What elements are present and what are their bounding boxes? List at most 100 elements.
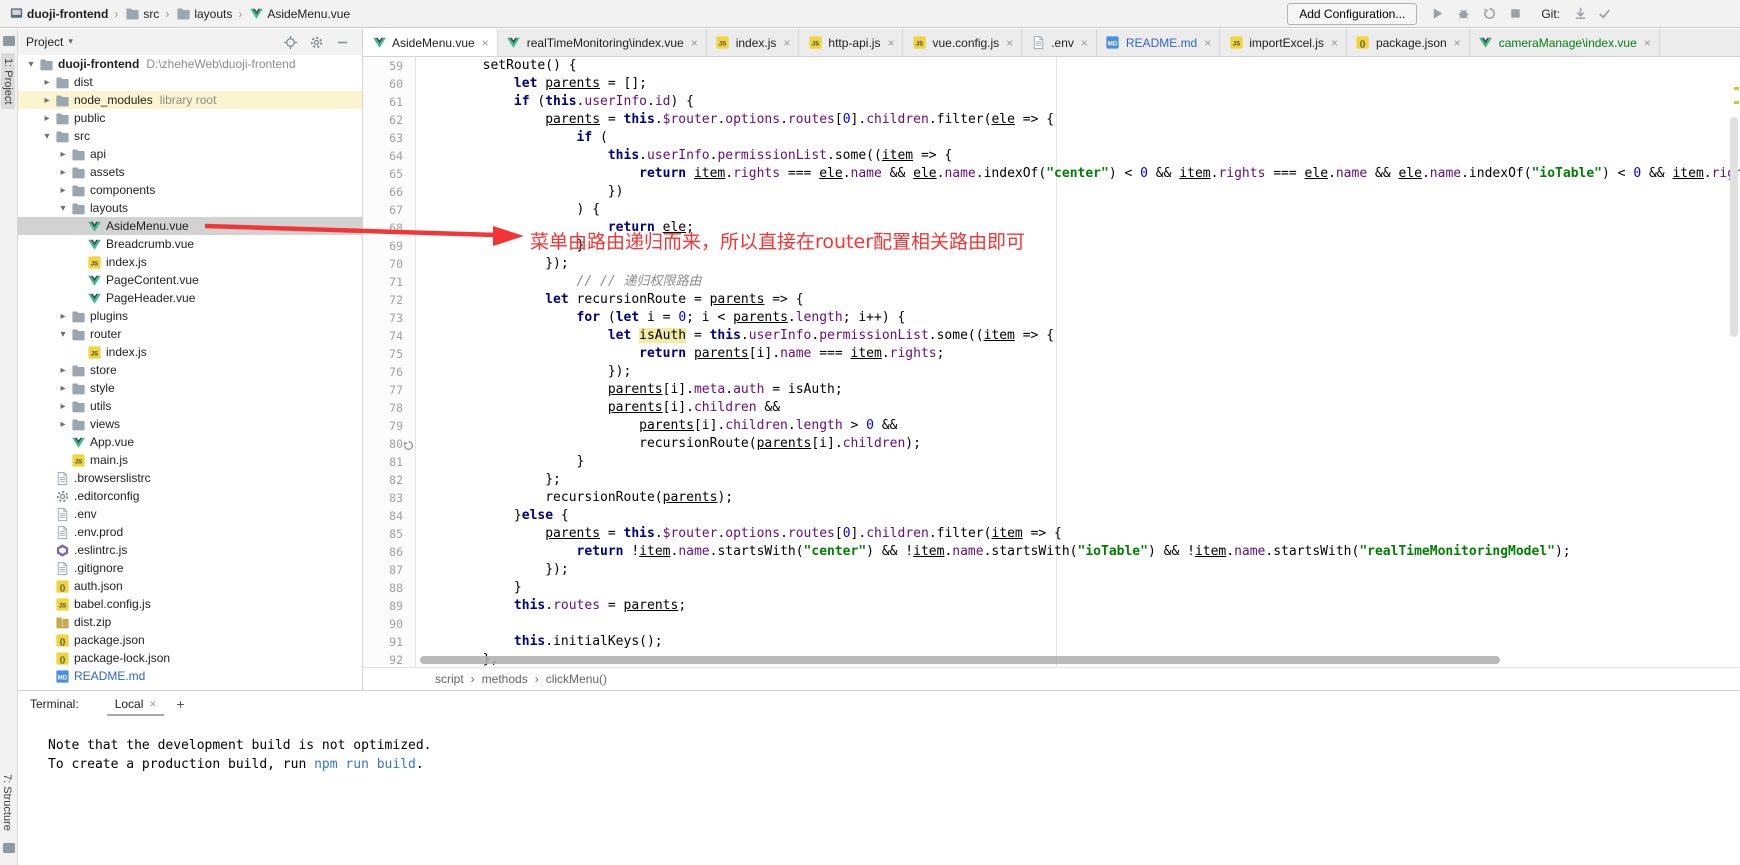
chevron-down-icon[interactable]: ▾ xyxy=(24,59,38,70)
tree-item[interactable]: MDREADME.md xyxy=(18,667,362,685)
breadcrumb-item[interactable]: duoji-frontend xyxy=(27,7,108,21)
tree-item[interactable]: JSindex.js xyxy=(18,343,362,361)
tree-item[interactable]: ▸plugins xyxy=(18,307,362,325)
close-tab-icon[interactable]: × xyxy=(691,36,698,50)
chevron-right-icon[interactable]: ▸ xyxy=(56,419,70,430)
hide-button[interactable] xyxy=(334,34,350,50)
tree-item[interactable]: JSindex.js xyxy=(18,253,362,271)
tree-item[interactable]: .gitignore xyxy=(18,559,362,577)
tree-item[interactable]: .env.prod xyxy=(18,523,362,541)
chevron-right-icon[interactable]: ▸ xyxy=(56,401,70,412)
close-tab-icon[interactable]: × xyxy=(1204,36,1211,50)
tree-item[interactable]: .browserslistrc xyxy=(18,469,362,487)
structure-stripe-icon[interactable] xyxy=(3,843,15,853)
project-stripe-icon[interactable] xyxy=(3,36,15,46)
editor-tab[interactable]: MDREADME.md× xyxy=(1097,29,1220,56)
chevron-right-icon[interactable]: ▸ xyxy=(56,185,70,196)
tree-item[interactable]: {}package.json xyxy=(18,631,362,649)
run-button[interactable] xyxy=(1429,6,1445,22)
editor-tab[interactable]: JSindex.js× xyxy=(707,29,800,56)
chevron-right-icon[interactable]: ▸ xyxy=(56,167,70,178)
terminal-tab-local[interactable]: Local × xyxy=(107,693,165,716)
terminal-output[interactable]: Note that the development build is not o… xyxy=(18,717,1740,774)
tree-item[interactable]: PageContent.vue xyxy=(18,271,362,289)
tree-item[interactable]: JSmain.js xyxy=(18,451,362,469)
tree-item[interactable]: PageHeader.vue xyxy=(18,289,362,307)
chevron-right-icon[interactable]: ▸ xyxy=(56,149,70,160)
sync-button[interactable] xyxy=(1481,6,1497,22)
tree-item[interactable]: ▾router xyxy=(18,325,362,343)
tree-item[interactable]: .eslintrc.js xyxy=(18,541,362,559)
project-file-tree[interactable]: ▾duoji-frontendD:\zheheWeb\duoji-fronten… xyxy=(18,55,362,690)
chevron-right-icon[interactable]: ▸ xyxy=(56,365,70,376)
close-icon[interactable]: × xyxy=(149,697,156,711)
close-tab-icon[interactable]: × xyxy=(1006,36,1013,50)
breadcrumb-item[interactable]: AsideMenu.vue xyxy=(267,7,350,21)
code-editor[interactable]: 5960616263646566676869707172737475767778… xyxy=(363,57,1740,667)
breadcrumb-item[interactable]: layouts xyxy=(194,7,232,21)
editor-tab[interactable]: realTimeMonitoring\index.vue× xyxy=(498,29,707,56)
close-tab-icon[interactable]: × xyxy=(1454,36,1461,50)
editor-gutter[interactable]: 5960616263646566676869707172737475767778… xyxy=(363,57,416,667)
tree-item[interactable]: ▸dist xyxy=(18,73,362,91)
close-tab-icon[interactable]: × xyxy=(1331,36,1338,50)
tree-item[interactable]: App.vue xyxy=(18,433,362,451)
tree-item[interactable]: ▸views xyxy=(18,415,362,433)
code-area[interactable]: setRoute() { let parents = []; if (this.… xyxy=(416,57,1740,667)
tree-item[interactable]: {}package-lock.json xyxy=(18,649,362,667)
stripe-button-project[interactable]: 1: Project xyxy=(1,53,15,109)
git-update-button[interactable] xyxy=(1572,6,1588,22)
editor-tab[interactable]: JSvue.config.js× xyxy=(903,29,1022,56)
tree-item[interactable]: ▸node_moduleslibrary root xyxy=(18,91,362,109)
tree-item[interactable]: ▸components xyxy=(18,181,362,199)
chevron-down-icon[interactable]: ▾ xyxy=(56,329,70,340)
tree-item[interactable]: ▸style xyxy=(18,379,362,397)
chevron-right-icon[interactable]: ▸ xyxy=(40,113,54,124)
add-configuration-button[interactable]: Add Configuration... xyxy=(1287,3,1417,25)
editor-breadcrumb-item[interactable]: clickMenu() xyxy=(546,672,607,686)
stop-button[interactable] xyxy=(1507,6,1523,22)
breadcrumb-item[interactable]: src xyxy=(143,7,159,21)
tree-item[interactable]: ▸public xyxy=(18,109,362,127)
editor-breadcrumb-item[interactable]: script xyxy=(435,672,464,686)
tree-item[interactable]: Breadcrumb.vue xyxy=(18,235,362,253)
close-tab-icon[interactable]: × xyxy=(1644,36,1651,50)
new-terminal-button[interactable]: + xyxy=(176,696,184,712)
vertical-scrollbar[interactable] xyxy=(1730,117,1738,337)
tree-item[interactable]: ▸assets xyxy=(18,163,362,181)
close-tab-icon[interactable]: × xyxy=(887,36,894,50)
chevron-right-icon[interactable]: ▸ xyxy=(40,95,54,106)
close-tab-icon[interactable]: × xyxy=(783,36,790,50)
locate-button[interactable] xyxy=(282,34,298,50)
tree-item[interactable]: ▸store xyxy=(18,361,362,379)
settings-button[interactable] xyxy=(308,34,324,50)
git-commit-button[interactable] xyxy=(1596,6,1612,22)
tree-item[interactable]: AsideMenu.vue xyxy=(18,217,362,235)
debug-button[interactable] xyxy=(1455,6,1471,22)
chevron-right-icon[interactable]: ▸ xyxy=(56,383,70,394)
chevron-right-icon[interactable]: ▸ xyxy=(56,311,70,322)
tree-item[interactable]: {}auth.json xyxy=(18,577,362,595)
tree-item[interactable]: ▾layouts xyxy=(18,199,362,217)
close-tab-icon[interactable]: × xyxy=(1081,36,1088,50)
editor-breadcrumb-item[interactable]: methods xyxy=(482,672,528,686)
horizontal-scrollbar[interactable] xyxy=(420,656,1500,664)
editor-tab[interactable]: .env× xyxy=(1022,29,1097,56)
stripe-button-structure[interactable]: 7: Structure xyxy=(1,774,13,831)
tree-item[interactable]: .editorconfig xyxy=(18,487,362,505)
tree-item[interactable]: ▸utils xyxy=(18,397,362,415)
editor-tab[interactable]: {}package.json× xyxy=(1347,29,1470,56)
tree-item[interactable]: ▾duoji-frontendD:\zheheWeb\duoji-fronten… xyxy=(18,55,362,73)
tree-item[interactable]: ▾src xyxy=(18,127,362,145)
tree-item[interactable]: dist.zip xyxy=(18,613,362,631)
tree-item[interactable]: ▸api xyxy=(18,145,362,163)
chevron-down-icon[interactable]: ▾ xyxy=(40,131,54,142)
editor-tab[interactable]: JShttp-api.js× xyxy=(799,29,903,56)
tree-item[interactable]: JSbabel.config.js xyxy=(18,595,362,613)
editor-tab[interactable]: JSimportExcel.js× xyxy=(1220,29,1347,56)
tree-item[interactable]: .env xyxy=(18,505,362,523)
project-view-selector[interactable]: Project ▾ xyxy=(26,35,73,49)
chevron-right-icon[interactable]: ▸ xyxy=(40,77,54,88)
editor-tab[interactable]: AsideMenu.vue× xyxy=(363,29,498,56)
close-tab-icon[interactable]: × xyxy=(482,36,489,50)
